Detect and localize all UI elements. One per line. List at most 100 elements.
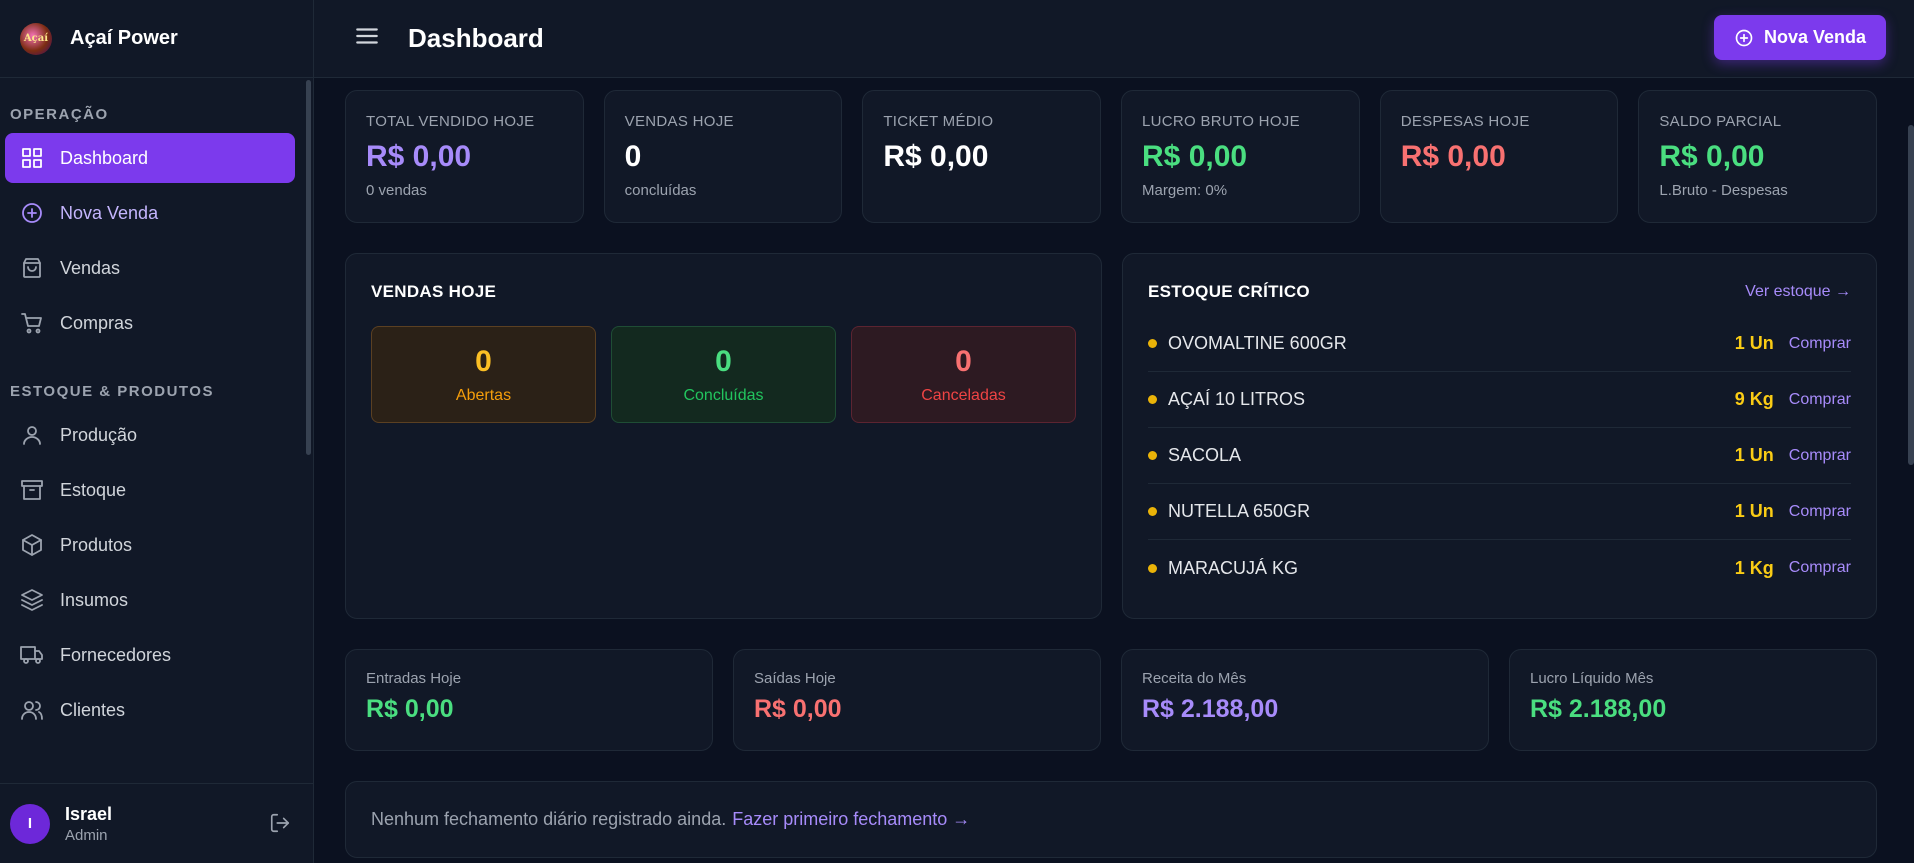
summary-label: Receita do Mês xyxy=(1142,670,1247,687)
menu-button[interactable] xyxy=(354,23,380,54)
buy-link[interactable]: Comprar xyxy=(1789,447,1851,465)
stats-row: TOTAL VENDIDO HOJE R$ 0,00 0 vendas VEND… xyxy=(345,90,1878,223)
stat-value: R$ 0,00 xyxy=(1400,140,1506,173)
buy-link[interactable]: Comprar xyxy=(1789,559,1851,577)
new-sale-label: Nova Venda xyxy=(1763,27,1866,47)
stat-label: SALDO PARCIAL xyxy=(1659,113,1782,130)
see-stock-link[interactable]: Ver estoque → xyxy=(1745,283,1851,301)
summary-card-entries: Entradas Hoje R$ 0,00 xyxy=(345,649,713,751)
box-icon xyxy=(22,534,42,556)
sidebar-item-label: Dashboard xyxy=(60,147,149,168)
stock-item-qty: 9 Kg xyxy=(1734,389,1774,409)
summary-label: Entradas Hoje xyxy=(366,670,462,687)
page-title: Dashboard xyxy=(408,23,544,53)
summary-value: R$ 0,00 xyxy=(366,695,454,723)
stat-label: TOTAL VENDIDO HOJE xyxy=(366,113,535,130)
sidebar-item-clientes[interactable]: Clientes xyxy=(5,685,295,735)
stat-value: R$ 0,00 xyxy=(883,140,989,173)
summary-card-monthly-net-profit: Lucro Líquido Mês R$ 2.188,00 xyxy=(1509,649,1877,751)
summary-row: Entradas Hoje R$ 0,00 Saídas Hoje R$ 0,0… xyxy=(345,649,1877,751)
buy-link[interactable]: Comprar xyxy=(1789,391,1851,409)
stat-card-gross-profit: LUCRO BRUTO HOJE R$ 0,00 Margem: 0% xyxy=(1121,90,1360,223)
buy-link[interactable]: Comprar xyxy=(1789,503,1851,521)
user-name: Israel xyxy=(65,803,113,824)
stock-item-name: MARACUJÁ KG xyxy=(1168,557,1299,578)
panel-title: ESTOQUE CRÍTICO xyxy=(1148,282,1310,301)
sidebar-item-label: Insumos xyxy=(60,589,129,610)
closing-message: Nenhum fechamento diário registrado aind… xyxy=(371,809,727,829)
logout-icon xyxy=(270,813,290,833)
open-sales-label: Abertas xyxy=(455,386,512,404)
sidebar-item-vendas[interactable]: Vendas xyxy=(5,243,295,293)
first-closing-link[interactable]: Fazer primeiro fechamento → xyxy=(732,809,970,830)
stat-label: LUCRO BRUTO HOJE xyxy=(1142,113,1300,130)
section-title-operacao: OPERAÇÃO xyxy=(10,106,109,123)
brand-name: Açaí Power xyxy=(70,27,178,49)
stock-item-qty: 1 Un xyxy=(1734,445,1774,465)
stat-card-partial-balance: SALDO PARCIAL R$ 0,00 L.Bruto - Despesas xyxy=(1638,90,1878,223)
list-item: OVOMALTINE 600GR 1 Un Comprar xyxy=(1148,316,1851,372)
sidebar-item-label: Vendas xyxy=(60,257,121,278)
warning-dot-icon xyxy=(1148,339,1157,348)
sidebar-item-label: Clientes xyxy=(60,699,126,720)
stat-value: 0 xyxy=(624,140,642,173)
sidebar-item-producao[interactable]: Produção xyxy=(5,410,295,460)
stat-value: R$ 0,00 xyxy=(1659,140,1765,173)
user-icon xyxy=(23,426,41,445)
completed-sales-box[interactable]: 0 Concluídas xyxy=(611,326,836,423)
list-item: SACOLA 1 Un Comprar xyxy=(1148,428,1851,484)
completed-sales-count: 0 xyxy=(715,344,732,378)
plus-circle-icon xyxy=(22,203,42,223)
brand-logo-text: Açaí xyxy=(23,33,49,44)
open-sales-box[interactable]: 0 Abertas xyxy=(371,326,596,423)
sidebar: Açaí Açaí Power OPERAÇÃO Dashboard Nova … xyxy=(0,0,314,863)
cart-icon xyxy=(21,313,42,334)
stat-card-total-sold: TOTAL VENDIDO HOJE R$ 0,00 0 vendas xyxy=(345,90,584,223)
sidebar-item-dashboard[interactable]: Dashboard xyxy=(5,133,295,183)
panel-title: VENDAS HOJE xyxy=(371,282,497,301)
sidebar-item-label: Compras xyxy=(60,312,134,333)
sidebar-nav: OPERAÇÃO Dashboard Nova Venda Vendas Com… xyxy=(0,78,313,783)
sidebar-item-label: Nova Venda xyxy=(60,202,159,223)
stat-label: DESPESAS HOJE xyxy=(1400,113,1530,130)
brand[interactable]: Açaí Açaí Power xyxy=(0,0,313,78)
stat-card-average-ticket: TICKET MÉDIO R$ 0,00 xyxy=(862,90,1102,223)
list-item: AÇAÍ 10 LITROS 9 Kg Comprar xyxy=(1148,372,1851,428)
buy-link[interactable]: Comprar xyxy=(1789,335,1851,353)
warning-dot-icon xyxy=(1148,451,1157,460)
summary-value: R$ 0,00 xyxy=(754,695,842,723)
logout-button[interactable] xyxy=(269,812,291,839)
cancelled-sales-count: 0 xyxy=(955,344,972,378)
sidebar-item-estoque[interactable]: Estoque xyxy=(5,465,295,515)
stat-sub: concluídas xyxy=(624,182,697,199)
main-scrollbar[interactable] xyxy=(1908,125,1914,465)
stat-sub: Margem: 0% xyxy=(1142,182,1228,199)
critical-stock-panel: ESTOQUE CRÍTICO Ver estoque → OVOMALTINE… xyxy=(1122,253,1877,619)
stock-item-name: OVOMALTINE 600GR xyxy=(1168,333,1347,353)
new-sale-button[interactable]: Nova Venda xyxy=(1713,15,1886,60)
stat-label: TICKET MÉDIO xyxy=(883,113,994,130)
stat-value: R$ 0,00 xyxy=(1142,140,1248,173)
sidebar-item-compras[interactable]: Compras xyxy=(5,298,295,348)
warning-dot-icon xyxy=(1148,507,1157,516)
sidebar-item-label: Fornecedores xyxy=(60,644,172,665)
list-item: MARACUJÁ KG 1 Kg Comprar xyxy=(1148,540,1851,596)
avatar[interactable]: I xyxy=(10,803,50,844)
archive-icon xyxy=(21,480,43,500)
stat-label: VENDAS HOJE xyxy=(624,113,734,130)
sidebar-item-fornecedores[interactable]: Fornecedores xyxy=(5,630,295,680)
sidebar-scrollbar[interactable] xyxy=(306,80,311,455)
sidebar-item-insumos[interactable]: Insumos xyxy=(5,575,295,625)
user-role: Admin xyxy=(65,826,108,844)
sidebar-item-label: Produção xyxy=(60,424,138,445)
layers-icon xyxy=(21,589,43,611)
cancelled-sales-box[interactable]: 0 Canceladas xyxy=(851,326,1076,423)
warning-dot-icon xyxy=(1148,395,1157,404)
stat-card-expenses: DESPESAS HOJE R$ 0,00 xyxy=(1379,90,1619,223)
hamburger-icon xyxy=(356,28,378,44)
sidebar-item-nova-venda[interactable]: Nova Venda xyxy=(5,188,295,238)
sidebar-item-produtos[interactable]: Produtos xyxy=(5,520,295,570)
section-title-estoque-produtos: ESTOQUE & PRODUTOS xyxy=(10,383,214,400)
stock-item-qty: 1 Kg xyxy=(1734,557,1774,578)
open-sales-count: 0 xyxy=(475,344,492,378)
